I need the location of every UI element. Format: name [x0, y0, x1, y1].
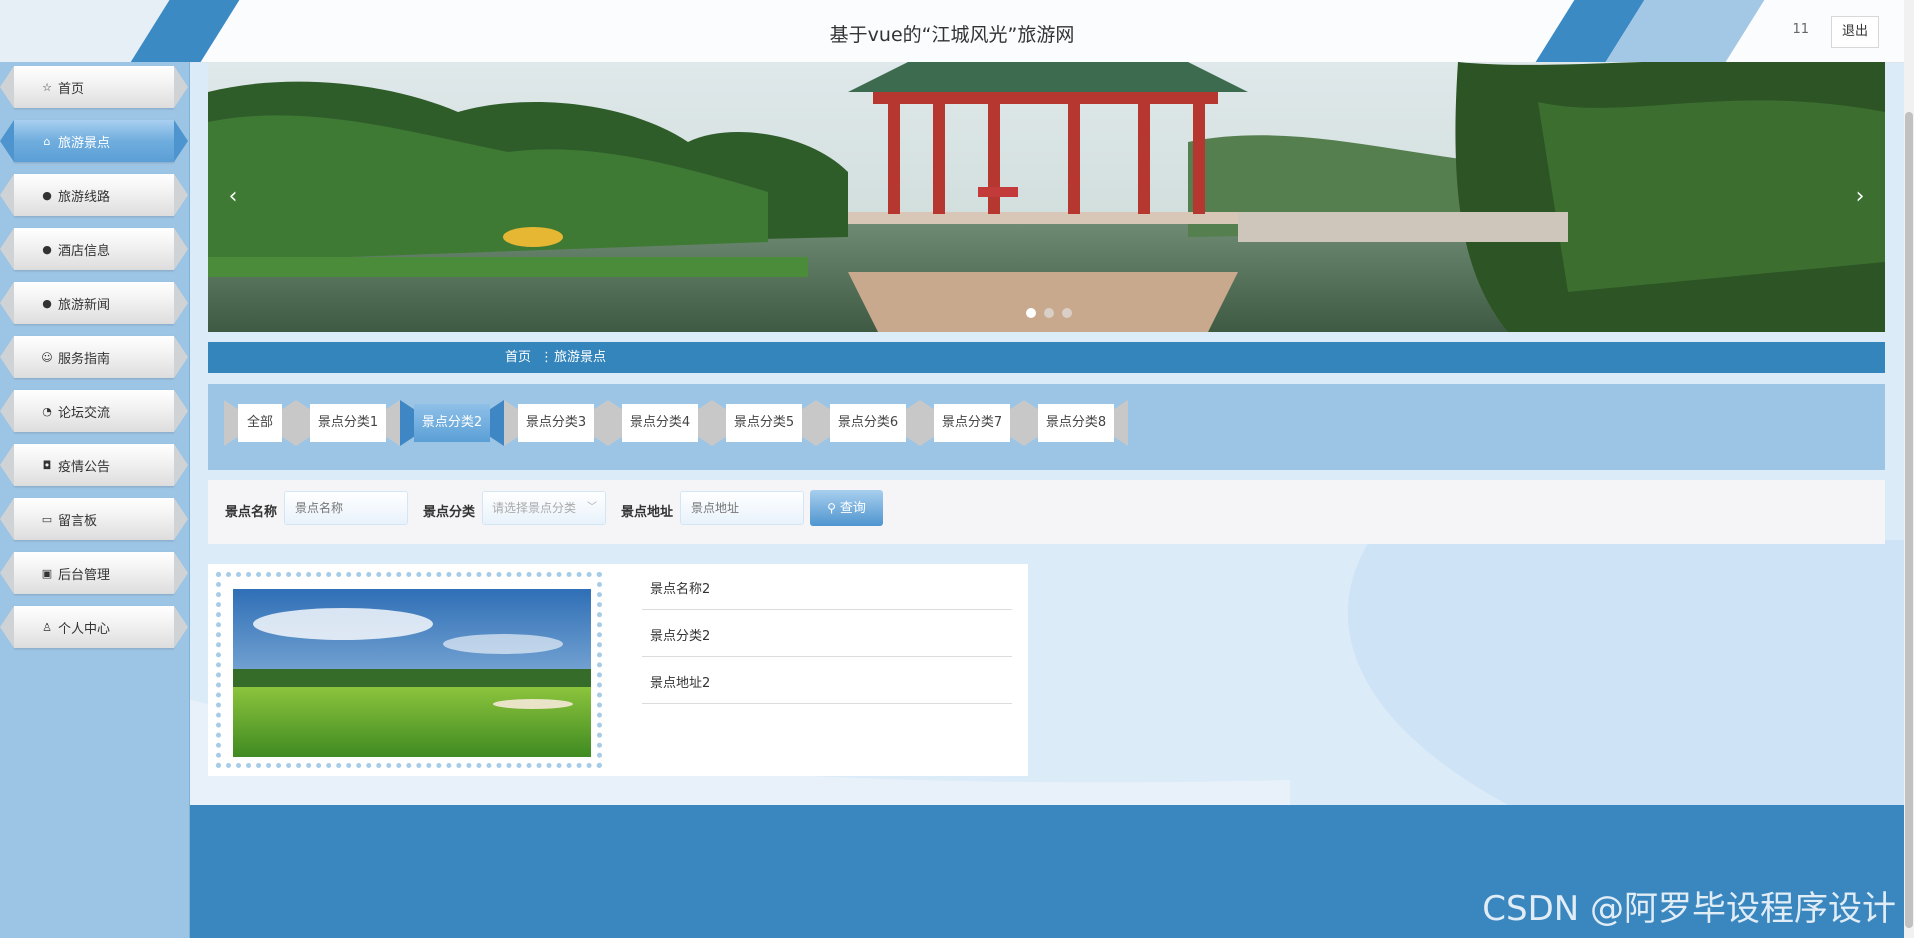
sidebar-item-routes[interactable]: ● 旅游线路: [14, 174, 174, 216]
carousel-indicator-3[interactable]: [1062, 308, 1072, 318]
query-button-label: 查询: [839, 501, 866, 516]
category-select[interactable]: 请选择景点分类 ﹀: [482, 491, 606, 525]
breadcrumb-separator: ⋮: [540, 350, 553, 365]
watermark: CSDN @阿罗毕设程序设计: [1482, 889, 1896, 929]
breadcrumb-home[interactable]: 首页: [505, 342, 531, 373]
page-title: 基于vue的“江城风光”旅游网: [829, 24, 1075, 46]
breadcrumb-current: 旅游景点: [554, 350, 607, 365]
sidebar-item-profile[interactable]: ♙ 个人中心: [14, 606, 174, 648]
category-tab-bar: 全部 景点分类1 景点分类2 景点分类3 景点分类4 景点分类5 景点分类6 景…: [208, 384, 1885, 470]
sidebar-item-label: 后台管理: [58, 567, 111, 583]
carousel-prev-button[interactable]: ‹: [218, 182, 248, 212]
sidebar-item-label: 首页: [58, 81, 85, 97]
briefcase-icon: ▣: [41, 566, 53, 580]
carousel-indicator-2[interactable]: [1044, 308, 1054, 318]
sidebar-item-admin[interactable]: ▣ 后台管理: [14, 552, 174, 594]
scrollbar-thumb[interactable]: [1905, 112, 1913, 928]
sidebar-item-label: 服务指南: [58, 351, 111, 367]
attraction-card[interactable]: 景点名称2 景点分类2 景点地址2: [208, 564, 1028, 776]
tab-all[interactable]: 全部: [238, 404, 282, 442]
tab-category-4[interactable]: 景点分类4: [622, 404, 698, 442]
sidebar-item-home[interactable]: ☆ 首页: [14, 66, 174, 108]
sidebar-item-label: 论坛交流: [58, 405, 111, 421]
sidebar-item-epidemic-notice[interactable]: ◘ 疫情公告: [14, 444, 174, 486]
attraction-address: 景点地址2: [642, 658, 1012, 704]
query-button[interactable]: ⚲ 查询: [810, 490, 883, 526]
name-label: 景点名称: [225, 505, 278, 520]
help-icon: ●: [42, 242, 52, 256]
camera-icon: ◘: [42, 458, 52, 472]
banner-image: [208, 62, 1885, 332]
address-label: 景点地址: [621, 505, 674, 520]
name-input[interactable]: [284, 491, 408, 525]
chevron-down-icon: ﹀: [587, 502, 597, 513]
sidebar: ☆ 首页 ⌂ 旅游景点 ● 旅游线路 ● 酒店信息 ● 旅游新闻 ☺ 服务指南 …: [0, 62, 190, 938]
tab-category-7[interactable]: 景点分类7: [934, 404, 1010, 442]
search-bar: 景点名称 景点分类 请选择景点分类 ﹀ 景点地址 ⚲查询: [208, 480, 1885, 544]
search-icon: ⚲: [827, 501, 836, 515]
sidebar-item-message-board[interactable]: ▭ 留言板: [14, 498, 174, 540]
top-header: 基于vue的“江城风光”旅游网 11 退出: [0, 0, 1904, 63]
tab-category-5[interactable]: 景点分类5: [726, 404, 802, 442]
address-input[interactable]: [680, 491, 804, 525]
tab-category-6[interactable]: 景点分类6: [830, 404, 906, 442]
smile-icon: ☺: [41, 350, 53, 364]
chat-icon: ◔: [42, 404, 52, 418]
category-select-placeholder: 请选择景点分类: [492, 501, 577, 515]
logout-button[interactable]: 退出: [1831, 16, 1879, 48]
sidebar-item-label: 旅游线路: [58, 189, 111, 205]
carousel-indicator-1[interactable]: [1026, 308, 1036, 318]
user-number: 11: [1792, 22, 1809, 37]
sidebar-item-forum[interactable]: ◔ 论坛交流: [14, 390, 174, 432]
tab-category-1[interactable]: 景点分类1: [310, 404, 386, 442]
star-icon: ☆: [42, 80, 52, 94]
sidebar-item-label: 疫情公告: [58, 459, 111, 475]
printer-icon: ▭: [41, 512, 53, 526]
sidebar-item-label: 旅游新闻: [58, 297, 111, 313]
attraction-thumbnail[interactable]: [233, 589, 591, 757]
tab-category-2[interactable]: 景点分类2: [414, 404, 490, 442]
alert-icon: ●: [42, 188, 52, 202]
sidebar-item-attractions[interactable]: ⌂ 旅游景点: [14, 120, 174, 162]
footer: CSDN @阿罗毕设程序设计: [190, 805, 1904, 938]
sidebar-item-hotels[interactable]: ● 酒店信息: [14, 228, 174, 270]
banner-carousel: ‹ ›: [208, 62, 1885, 332]
sidebar-item-news[interactable]: ● 旅游新闻: [14, 282, 174, 324]
thumbnail-frame: [216, 572, 602, 768]
attraction-category: 景点分类2: [642, 611, 1012, 657]
thumbnail-image: [233, 589, 591, 757]
sidebar-item-label: 留言板: [58, 513, 98, 529]
user-icon: ♙: [42, 620, 52, 634]
tab-category-8[interactable]: 景点分类8: [1038, 404, 1114, 442]
breadcrumb: 首页 ⋮ 旅游景点: [208, 342, 1885, 373]
sidebar-item-service-guide[interactable]: ☺ 服务指南: [14, 336, 174, 378]
bag-icon: ⌂: [43, 134, 51, 148]
sidebar-item-label: 酒店信息: [58, 243, 111, 259]
category-label: 景点分类: [423, 505, 476, 520]
info-icon: ●: [42, 296, 52, 310]
scrollbar[interactable]: [1904, 0, 1914, 938]
carousel-next-button[interactable]: ›: [1845, 182, 1875, 212]
sidebar-item-label: 个人中心: [58, 621, 111, 637]
attraction-name: 景点名称2: [642, 564, 1012, 610]
sidebar-item-label: 旅游景点: [58, 135, 111, 151]
tab-category-3[interactable]: 景点分类3: [518, 404, 594, 442]
